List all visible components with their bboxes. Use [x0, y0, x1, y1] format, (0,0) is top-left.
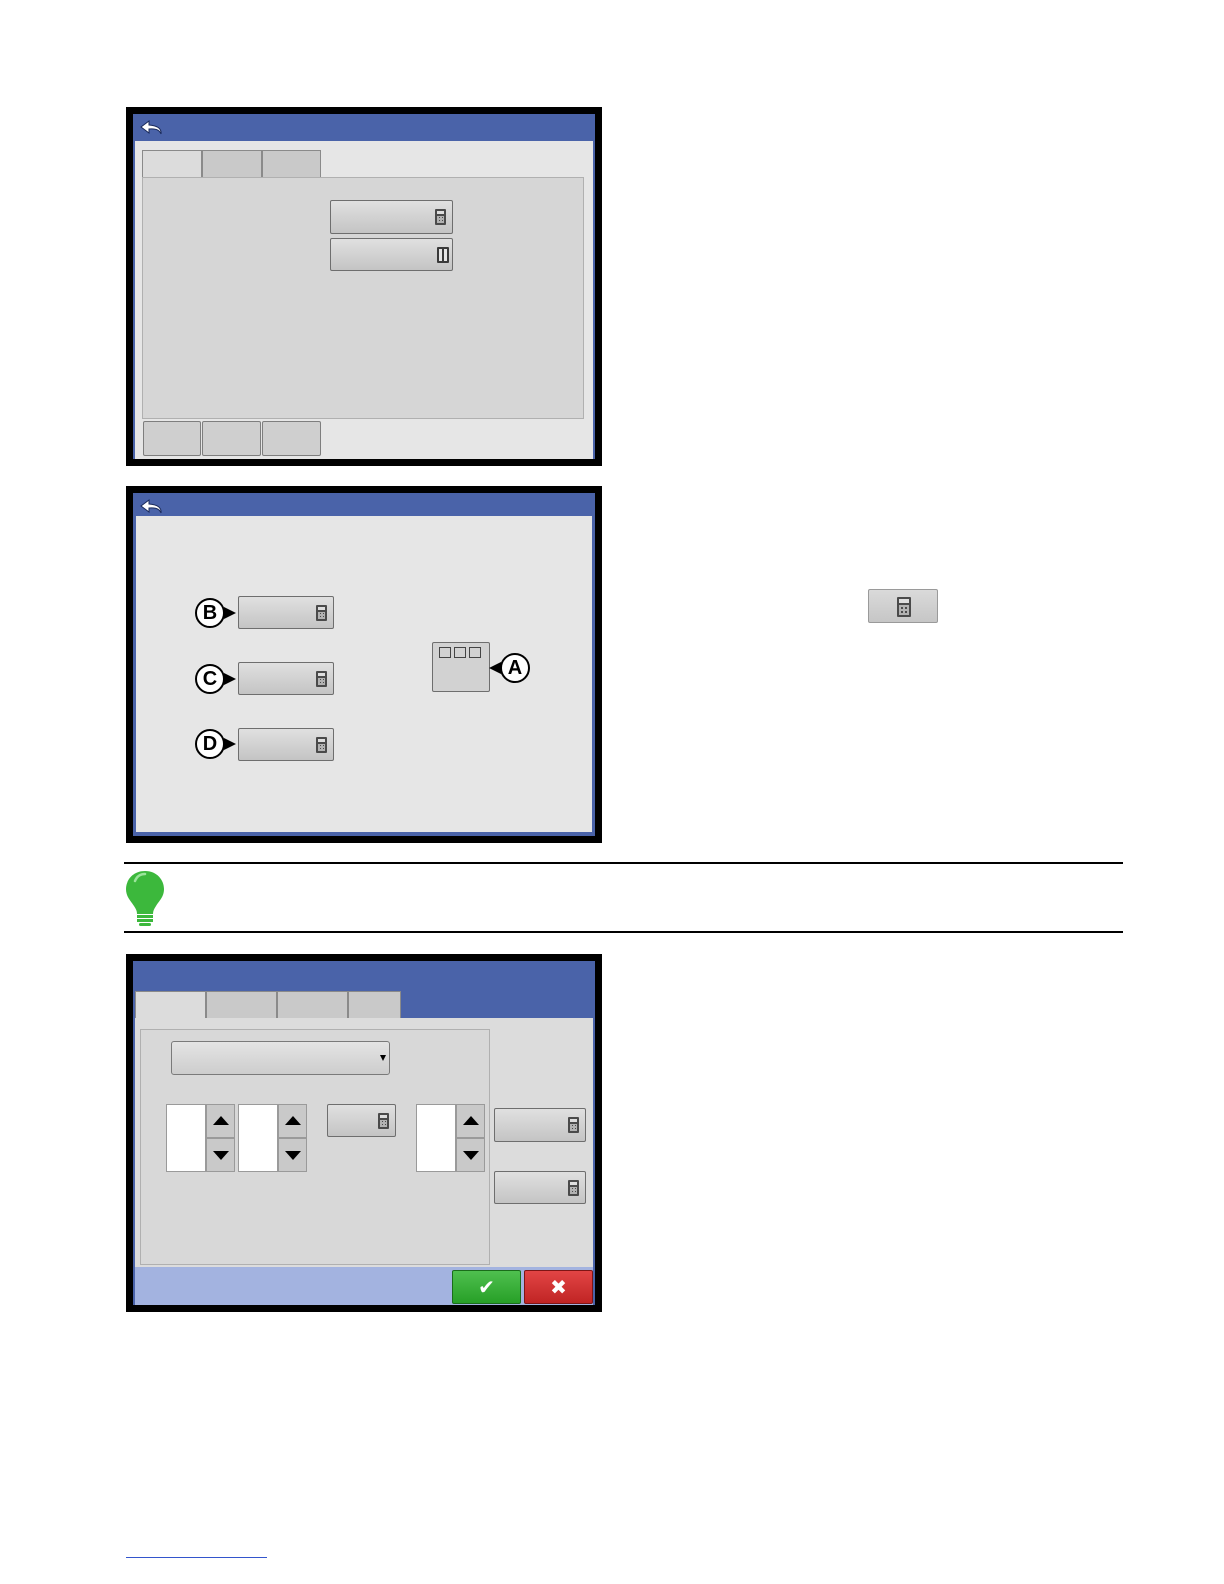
screen-2-window: B C D A [133, 493, 595, 836]
grid-cell-icon [439, 647, 451, 658]
ok-button[interactable]: ✔ [452, 1270, 521, 1304]
spinner-3-value[interactable] [416, 1104, 456, 1172]
note-bottom-rule [124, 931, 1123, 933]
spinner-2-up[interactable] [278, 1104, 307, 1138]
arrow-down-icon [212, 1151, 229, 1160]
lightbulb-icon [126, 871, 164, 926]
spinner-3-up[interactable] [456, 1104, 485, 1138]
spinner-1-value[interactable] [166, 1104, 206, 1172]
checkmark-icon: ✔ [478, 1275, 495, 1299]
cancel-button[interactable]: ✖ [524, 1270, 593, 1304]
tab-1[interactable] [135, 991, 206, 1018]
spinner-2-value[interactable] [238, 1104, 278, 1172]
value-field-2[interactable] [330, 238, 453, 271]
tab-4[interactable] [348, 991, 401, 1018]
arrow-up-icon [284, 1116, 301, 1125]
screen-3-content [135, 991, 593, 1267]
value-field-d[interactable] [238, 728, 334, 761]
calculator-button[interactable] [868, 589, 938, 623]
product-dropdown[interactable] [171, 1041, 390, 1075]
settings-panel [142, 177, 584, 419]
bottom-button-3[interactable] [262, 421, 321, 456]
callout-d: D [195, 729, 225, 759]
screen-1-window [133, 114, 595, 459]
value-field-1[interactable] [330, 200, 453, 234]
arrow-up-icon [462, 1116, 479, 1125]
arrow-down-icon [284, 1151, 301, 1160]
grid-cell-icon [454, 647, 466, 658]
spinner-2-down[interactable] [278, 1138, 307, 1172]
settings-panel [140, 1029, 490, 1265]
calculator-icon [316, 670, 327, 687]
footer-link-underline [126, 1557, 267, 1558]
tab-2[interactable] [202, 150, 262, 177]
screen-3: ✔ ✖ [126, 954, 602, 1312]
tab-2[interactable] [206, 991, 277, 1018]
x-icon: ✖ [550, 1275, 567, 1299]
calculator-icon [568, 1179, 579, 1196]
chevron-down-icon [380, 1055, 386, 1061]
value-field-right-1[interactable] [494, 1108, 586, 1142]
arrow-up-icon [212, 1116, 229, 1125]
tab-3[interactable] [277, 991, 348, 1018]
tab-1[interactable] [142, 150, 202, 177]
tabs-right-fill [401, 991, 593, 1018]
grid-cell-icon [469, 647, 481, 658]
spinner-1-up[interactable] [206, 1104, 235, 1138]
back-arrow-icon[interactable] [137, 118, 169, 140]
callout-b: B [195, 598, 225, 628]
screen-3-footer: ✔ ✖ [135, 1267, 593, 1305]
bottom-button-2[interactable] [202, 421, 261, 456]
calculator-icon [897, 597, 911, 617]
calculator-icon [316, 604, 327, 621]
calculator-icon [435, 209, 446, 225]
columns-icon [437, 246, 449, 263]
screen-2: B C D A [126, 486, 602, 843]
value-field-right-2[interactable] [494, 1171, 586, 1204]
value-field-c[interactable] [238, 662, 334, 695]
screen-1 [126, 107, 602, 466]
arrow-down-icon [462, 1151, 479, 1160]
callout-c: C [195, 664, 225, 694]
callout-a: A [500, 653, 530, 683]
tab-3[interactable] [262, 150, 321, 177]
calculator-icon [378, 1112, 389, 1129]
spinner-3-down[interactable] [456, 1138, 485, 1172]
calculator-icon [316, 736, 327, 753]
callout-b-pointer [224, 607, 236, 619]
value-field-b[interactable] [238, 596, 334, 629]
screen-2-content: B C D A [136, 516, 592, 832]
calculator-icon [568, 1117, 579, 1133]
callout-c-pointer [224, 673, 236, 685]
bottom-button-1[interactable] [143, 421, 201, 456]
note-top-rule [124, 862, 1123, 864]
layout-button-a[interactable] [432, 642, 490, 692]
screen-3-window: ✔ ✖ [133, 961, 595, 1305]
value-field-small[interactable] [327, 1104, 396, 1137]
screen-1-content [135, 141, 593, 459]
spinner-1-down[interactable] [206, 1138, 235, 1172]
callout-d-pointer [224, 738, 236, 750]
